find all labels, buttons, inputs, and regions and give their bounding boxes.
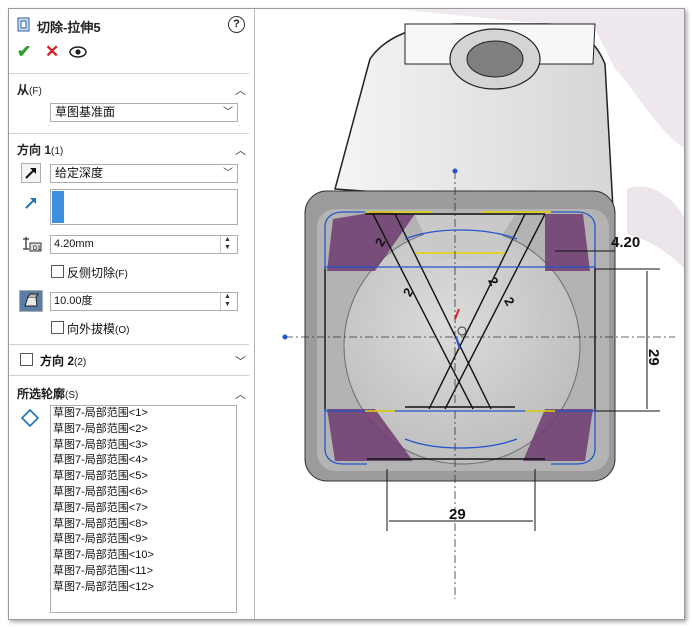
contour-diamond-icon [21, 409, 39, 427]
chevron-up-icon[interactable]: ︿ [235, 142, 246, 158]
chevron-up-icon[interactable]: ︿ [235, 386, 246, 402]
list-item[interactable]: 草图7-局部范围<2> [51, 422, 236, 438]
background-part [627, 186, 684, 269]
property-manager-panel: 切除-拉伸5 ? ✔ ✕ 从(F) ︿ 草图基准面 ﹀ 方向 1(1) ︿ 给定… [9, 9, 255, 619]
contours-header[interactable]: 所选轮廓(S) [17, 385, 78, 402]
check-icon[interactable]: ✔ [17, 43, 31, 61]
property-manager-window: 切除-拉伸5 ? ✔ ✕ 从(F) ︿ 草图基准面 ﹀ 方向 1(1) ︿ 给定… [8, 8, 685, 620]
selection-highlight [52, 191, 64, 223]
depth-input[interactable]: 4.20mm ▲ ▼ [50, 235, 238, 254]
depth-icon: D1 [23, 237, 42, 252]
graphics-viewport[interactable]: 4.20 29 29 2 2 2 2 [255, 9, 685, 619]
chevron-up-icon[interactable]: ︿ [235, 82, 246, 98]
divider [9, 344, 249, 345]
list-item[interactable]: 草图7-局部范围<6> [51, 485, 236, 501]
svg-text:D1: D1 [33, 246, 41, 252]
from-select[interactable]: 草图基准面 ﹀ [50, 103, 238, 122]
chevron-down-icon: ﹀ [223, 107, 233, 118]
dimension-text[interactable]: 29 [449, 506, 466, 523]
draft-angle-input[interactable]: 10.00度 ▲ ▼ [50, 292, 238, 311]
list-item[interactable]: 草图7-局部范围<11> [51, 564, 236, 580]
top-hole-inner [466, 40, 524, 78]
sketch-point [452, 168, 458, 174]
list-item[interactable]: 草图7-局部范围<8> [51, 517, 236, 533]
chevron-down-icon[interactable]: ﹀ [235, 353, 246, 369]
direction1-header[interactable]: 方向 1(1) [17, 141, 63, 158]
list-item[interactable]: 草图7-局部范围<10> [51, 548, 236, 564]
chevron-down-icon: ﹀ [223, 168, 233, 179]
model-view[interactable]: 4.20 29 29 2 2 2 2 [255, 9, 685, 619]
divider [9, 73, 249, 74]
cut-region [545, 214, 590, 271]
feature-title: 切除-拉伸5 [37, 20, 101, 35]
title-row: 切除-拉伸5 ? [15, 15, 247, 35]
list-item[interactable]: 草图7-局部范围<12> [51, 580, 236, 596]
list-item[interactable]: 草图7-局部范围<1> [51, 406, 236, 422]
close-icon[interactable]: ✕ [45, 43, 59, 61]
contours-list[interactable]: 草图7-局部范围<1> 草图7-局部范围<2> 草图7-局部范围<3> 草图7-… [50, 405, 237, 613]
depth-spinner[interactable]: ▲ ▼ [220, 236, 237, 253]
list-item[interactable]: 草图7-局部范围<7> [51, 501, 236, 517]
dimension-text[interactable]: 29 [645, 349, 662, 366]
divider [9, 133, 249, 134]
list-item[interactable]: 草图7-局部范围<4> [51, 453, 236, 469]
sketch-point [282, 334, 288, 340]
end-condition-select[interactable]: 给定深度 ﹀ [50, 164, 238, 183]
reverse-direction-button[interactable] [21, 163, 41, 183]
eye-icon[interactable] [69, 45, 87, 59]
list-item[interactable]: 草图7-局部范围<3> [51, 438, 236, 454]
help-icon[interactable]: ? [228, 16, 245, 33]
dimension-text[interactable]: 4.20 [611, 234, 640, 251]
direction-reference-box[interactable] [50, 189, 238, 225]
divider [9, 375, 249, 376]
draft-toggle-button[interactable] [19, 290, 43, 312]
list-item[interactable]: 草图7-局部范围<5> [51, 469, 236, 485]
draft-icon [24, 293, 39, 307]
cut-extrude-icon [17, 17, 30, 32]
list-item[interactable]: 草图7-局部范围<9> [51, 532, 236, 548]
reverse-arrow-icon [25, 168, 36, 179]
draft-angle-spinner[interactable]: ▲ ▼ [220, 293, 237, 310]
from-section-header[interactable]: 从(F) [17, 81, 42, 98]
direction-arrow-icon [25, 198, 36, 209]
